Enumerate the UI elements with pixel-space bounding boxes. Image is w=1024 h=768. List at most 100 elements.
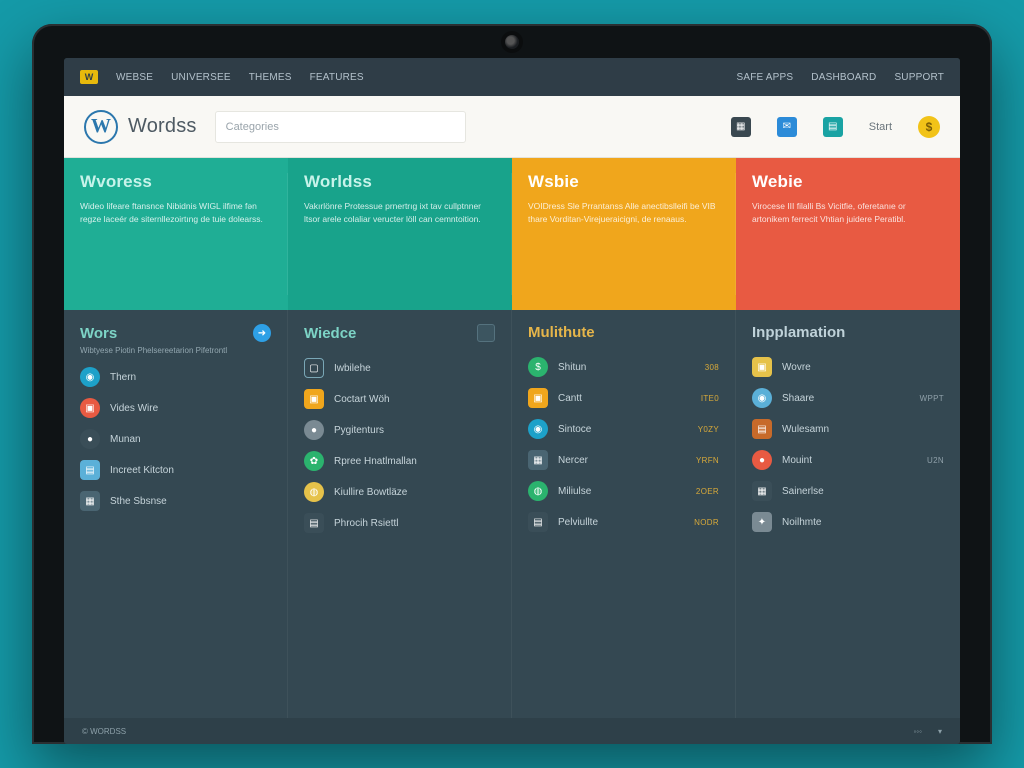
tile-body: VOIDress Sle Prrantanss Alle anectibslle…: [528, 200, 720, 226]
list-item[interactable]: ◉ Thern: [80, 367, 271, 387]
topnav-link[interactable]: UNIVERSEE: [171, 72, 231, 83]
item-label: Wulesamn: [782, 424, 944, 435]
list-item[interactable]: ●Munan: [80, 429, 271, 449]
tile-body: Virocese III filalli Bs Vicitfie, oferet…: [752, 200, 944, 226]
item-icon: ◉: [528, 419, 548, 439]
topnav-link[interactable]: FEATURES: [310, 72, 364, 83]
item-icon: ◉: [80, 367, 100, 387]
item-icon: ◉: [752, 388, 772, 408]
item-icon: ▦: [528, 450, 548, 470]
item-icon: ✦: [752, 512, 772, 532]
logo-mark-icon: W: [84, 110, 118, 144]
list-item[interactable]: ▤Phrocih Rsiettl: [304, 513, 495, 533]
list-item[interactable]: ◉SintoceY0ZY: [528, 419, 719, 439]
list: ◉ Thern ▣Vides Wire ●Munan ▤Increet Kitct…: [80, 367, 271, 511]
list-item[interactable]: ▤PelviullteNODR: [528, 512, 719, 532]
hero-tile[interactable]: Wvoress Wideo lifeare ftansnce Nibidnis …: [64, 158, 288, 310]
footer-copy: © WORDSS: [82, 727, 126, 736]
list-item[interactable]: ◍Miliulse2OER: [528, 481, 719, 501]
list-item[interactable]: ◍Kiullire Bowtläze: [304, 482, 495, 502]
column: Wors ➜ Wibtyese Piotin Phelsereetarion P…: [64, 310, 288, 718]
item-label: Phrocih Rsiettl: [334, 518, 495, 529]
list-item[interactable]: ▣Coctart Wöh: [304, 389, 495, 409]
column-subtitle: Wibtyese Piotin Phelsereetarion Pifetron…: [80, 346, 271, 355]
tile-title: Worldss: [304, 172, 496, 192]
item-label: Rpree Hnatlmallan: [334, 456, 495, 467]
item-icon: ▤: [752, 419, 772, 439]
brand-badge[interactable]: W: [80, 70, 98, 84]
footer-dots-icon[interactable]: ◦◦◦: [913, 727, 922, 736]
item-icon: ▢: [304, 358, 324, 378]
list-item[interactable]: ▤Increet Kitcton: [80, 460, 271, 480]
column-action-icon[interactable]: [477, 324, 495, 342]
start-link[interactable]: Start: [869, 121, 892, 133]
list-item[interactable]: ▦Sainerlse: [752, 481, 944, 501]
topnav-link[interactable]: SAFE APPS: [736, 72, 793, 83]
list-item[interactable]: ▣Vides Wire: [80, 398, 271, 418]
topnav-link[interactable]: WEBSE: [116, 72, 153, 83]
item-icon: ◍: [528, 481, 548, 501]
mail-icon[interactable]: ✉: [777, 117, 797, 137]
column: Inpplamation ▣Wovre ◉ShaareWPPT ▤Wulesam…: [736, 310, 960, 718]
logo[interactable]: W Wordss: [84, 110, 197, 144]
topnav-link[interactable]: SUPPORT: [894, 72, 944, 83]
topbar: W WEBSE UNIVERSEE THEMES FEATURES SAFE A…: [64, 58, 960, 96]
screen: W WEBSE UNIVERSEE THEMES FEATURES SAFE A…: [64, 58, 960, 744]
stats-icon[interactable]: ▤: [823, 117, 843, 137]
column: Mulithute $Shitun308 ▣CanttITE0 ◉ Sintoce…: [512, 310, 736, 718]
footer: © WORDSS ◦◦◦ ▾: [64, 718, 960, 744]
item-label: Mouint: [782, 455, 917, 466]
list-item[interactable]: ●Pygitenturs: [304, 420, 495, 440]
item-meta: WPPT: [920, 394, 944, 403]
hero-tile[interactable]: Wsbie VOIDress Sle Prrantanss Alle anect…: [512, 158, 736, 310]
camera-dot: [505, 35, 519, 49]
item-icon: ●: [752, 450, 772, 470]
list-item[interactable]: ✿ Rpree Hnatlmallan: [304, 451, 495, 471]
item-meta: U2N: [927, 456, 944, 465]
column-title: Mulithute: [528, 324, 595, 341]
item-meta: YRFN: [696, 456, 719, 465]
item-label: Cantt: [558, 393, 691, 404]
list-item[interactable]: $Shitun308: [528, 357, 719, 377]
item-label: Sintoce: [558, 424, 688, 435]
item-label: Coctart Wöh: [334, 394, 495, 405]
search-input[interactable]: Categories: [215, 111, 466, 143]
item-icon: ▤: [528, 512, 548, 532]
item-icon: ✿: [304, 451, 324, 471]
logo-text: Wordss: [128, 115, 197, 138]
footer-caret-icon[interactable]: ▾: [938, 727, 942, 736]
item-label: Shaare: [782, 393, 910, 404]
topnav-link[interactable]: THEMES: [249, 72, 292, 83]
list-item[interactable]: ▣Wovre: [752, 357, 944, 377]
list-item[interactable]: ▦ Nercer YRFN: [528, 450, 719, 470]
apps-icon[interactable]: ▦: [731, 117, 751, 137]
item-label: Miliulse: [558, 486, 686, 497]
hero-tile[interactable]: Webie Virocese III filalli Bs Vicitfie, …: [736, 158, 960, 310]
list-item[interactable]: ✦ Noilhmte: [752, 512, 944, 532]
list-item[interactable]: ▣CanttITE0: [528, 388, 719, 408]
list-item[interactable]: ● Mouint U2N: [752, 450, 944, 470]
hero-tile[interactable]: Worldss Vakırlönre Protessue prnertrıg i…: [288, 158, 512, 310]
list-item[interactable]: ▢Iwbilehe: [304, 358, 495, 378]
column-action-icon[interactable]: ➜: [253, 324, 271, 342]
item-label: Sainerlse: [782, 486, 944, 497]
list-item[interactable]: ◉ Shaare WPPT: [752, 388, 944, 408]
columns: Wors ➜ Wibtyese Piotin Phelsereetarion P…: [64, 310, 960, 718]
list-item[interactable]: ▦Sthe Sbsnse: [80, 491, 271, 511]
tile-title: Wvoress: [80, 172, 272, 192]
laptop-frame: W WEBSE UNIVERSEE THEMES FEATURES SAFE A…: [32, 24, 992, 744]
item-label: Pelviullte: [558, 517, 684, 528]
hero-row: Wvoress Wideo lifeare ftansnce Nibidnis …: [64, 158, 960, 310]
item-label: Vides Wire: [110, 403, 271, 414]
item-meta: 308: [705, 363, 719, 372]
item-label: Noilhmte: [782, 517, 944, 528]
list-item[interactable]: ▤ Wulesamn: [752, 419, 944, 439]
credits-icon[interactable]: $: [918, 116, 940, 138]
item-label: Thern: [110, 372, 261, 383]
item-label: Nercer: [558, 455, 686, 466]
column-title: Wiedce: [304, 325, 356, 342]
topnav-link[interactable]: DASHBOARD: [811, 72, 876, 83]
item-label: Munan: [110, 434, 271, 445]
item-icon: ▦: [80, 491, 100, 511]
search-label: Categories: [226, 121, 279, 133]
